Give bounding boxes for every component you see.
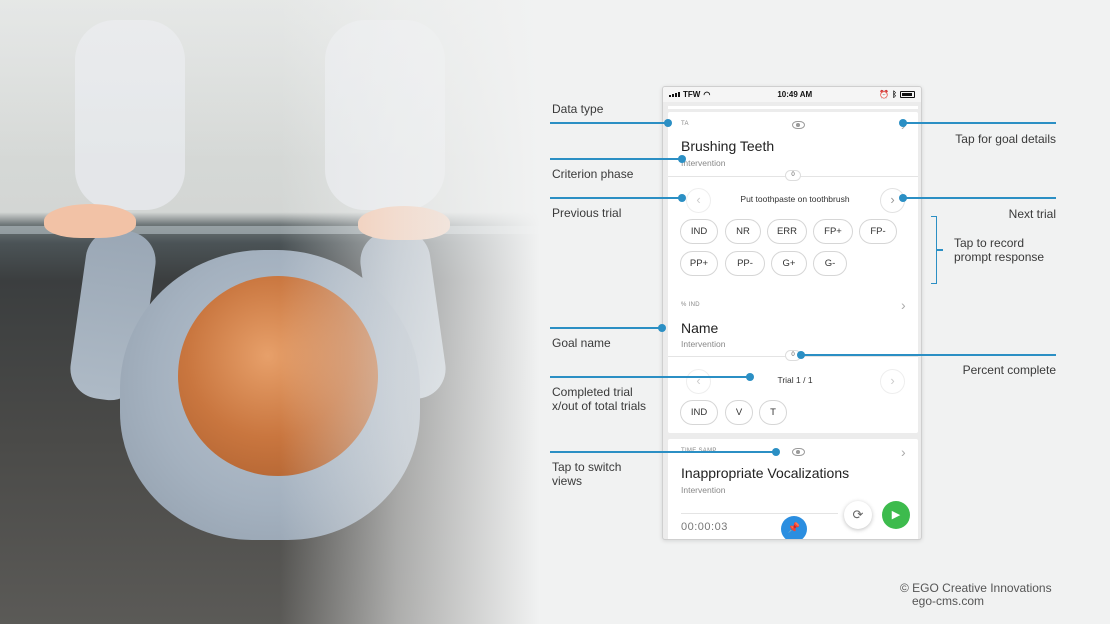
data-type-label: % IND <box>681 302 700 308</box>
annotation-previous-trial: Previous trial <box>552 206 622 220</box>
annotation-goal-details: Tap for goal details <box>955 132 1056 146</box>
response-chip[interactable]: FP+ <box>813 219 853 244</box>
annotation-criterion-phase: Criterion phase <box>552 167 634 181</box>
goal-phase: Intervention <box>681 158 726 168</box>
annotation-record-prompt: Tap to record prompt response <box>954 236 1045 264</box>
previous-trial-button[interactable]: ‹ <box>686 369 711 394</box>
goal-details-chevron-icon[interactable]: › <box>901 298 906 312</box>
response-chip[interactable]: PP+ <box>680 251 718 276</box>
hero-photo <box>0 0 540 624</box>
eye-icon[interactable] <box>792 121 805 129</box>
goal-title: Brushing Teeth <box>681 138 775 154</box>
annotation-next-trial: Next trial <box>1008 207 1056 221</box>
play-icon[interactable]: ▶ <box>882 501 910 529</box>
status-time: 10:49 AM <box>777 90 813 99</box>
goal-phase: Intervention <box>681 485 726 495</box>
annotation-data-type: Data type <box>552 102 604 116</box>
annotation-switch-views: Tap to switch views <box>552 460 622 488</box>
goal-card-inappropriate-vocalizations: TIME SAMP › Inappropriate Vocalizations … <box>668 439 918 539</box>
annotation-completed-trial: Completed trial x/out of total trials <box>552 385 647 413</box>
battery-icon <box>899 91 915 98</box>
next-trial-button[interactable]: › <box>880 369 905 394</box>
response-chip[interactable]: G+ <box>771 251 807 276</box>
goal-phase: Intervention <box>681 339 726 349</box>
status-bar: TFW ◠ 10:49 AM ⏰ ᛒ <box>663 87 921 102</box>
alarm-icon: ⏰ <box>879 90 890 99</box>
signal-icon <box>669 92 680 97</box>
pin-icon[interactable]: 📌 <box>781 516 807 539</box>
data-type-label: TA <box>681 121 689 127</box>
phone-screen: TFW ◠ 10:49 AM ⏰ ᛒ TA › Brushing Teeth I… <box>662 86 922 540</box>
carrier: TFW <box>683 90 701 99</box>
response-chip[interactable]: PP- <box>725 251 765 276</box>
response-chip[interactable]: IND <box>680 219 718 244</box>
annotation-goal-name: Goal name <box>552 336 611 350</box>
percent-complete-badge: 0 <box>785 170 801 181</box>
wifi-icon: ◠ <box>703 90 711 99</box>
credit: © EGO Creative Innovations ego-cms.com <box>900 581 1052 609</box>
response-chip[interactable]: T <box>759 400 787 425</box>
child-hand-left <box>44 204 136 238</box>
response-chip[interactable]: IND <box>680 400 718 425</box>
annotation-percent-complete: Percent complete <box>962 363 1056 377</box>
eye-icon[interactable] <box>792 448 805 456</box>
interval-timer: 00:00:03 <box>681 521 728 533</box>
bluetooth-icon: ᛒ <box>892 90 897 99</box>
response-chip[interactable]: G- <box>813 251 847 276</box>
response-chip[interactable]: FP- <box>859 219 897 244</box>
sync-icon[interactable]: ⟳ <box>844 501 872 529</box>
response-chip[interactable]: ERR <box>767 219 807 244</box>
goal-title: Name <box>681 320 719 336</box>
response-chip[interactable]: V <box>725 400 753 425</box>
goal-details-chevron-icon[interactable]: › <box>901 445 906 459</box>
goal-card-name: % IND › Name Intervention 0 ‹ Trial 1 / … <box>668 292 918 433</box>
response-chip[interactable]: NR <box>725 219 761 244</box>
previous-trial-button[interactable]: ‹ <box>686 188 711 213</box>
trial-label: Put toothpaste on toothbrush <box>740 194 850 204</box>
goal-title: Inappropriate Vocalizations <box>681 465 850 481</box>
goal-card-brushing-teeth: TA › Brushing Teeth Intervention 0 ‹ Put… <box>668 112 918 299</box>
